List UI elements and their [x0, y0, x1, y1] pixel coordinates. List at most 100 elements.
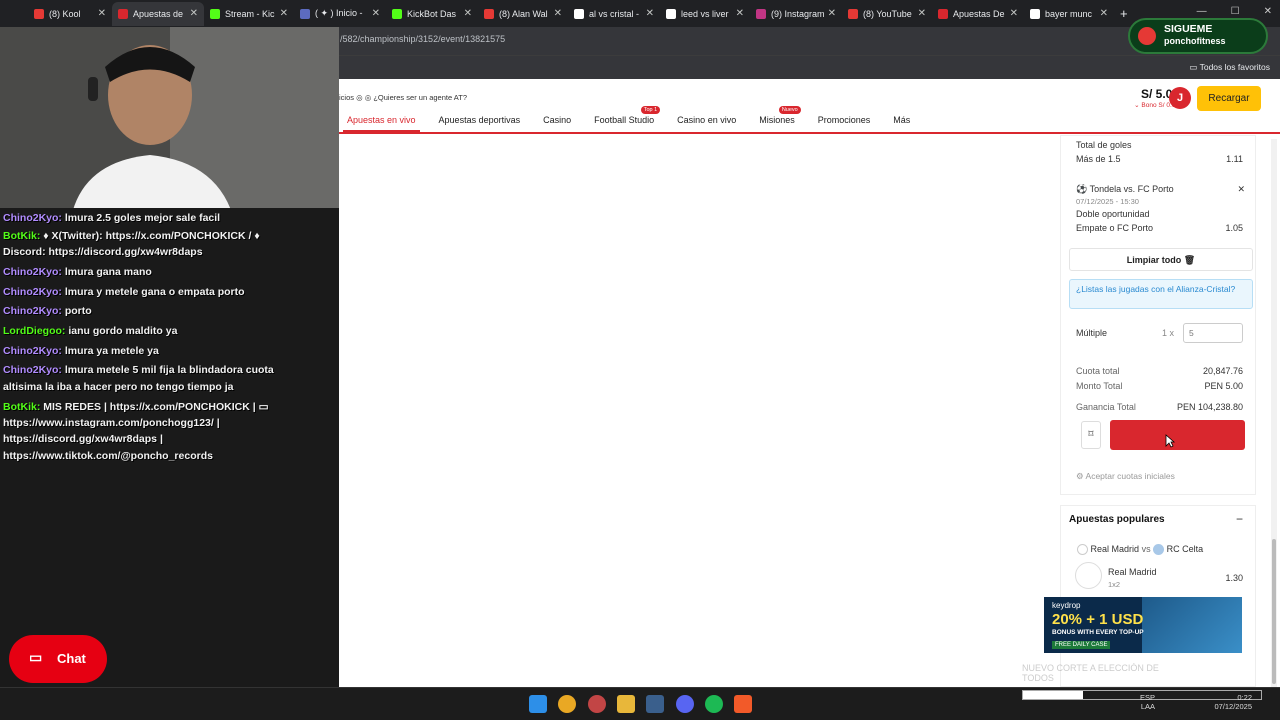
tab-close-icon[interactable]: ✕ — [1100, 8, 1108, 19]
close-window-icon[interactable]: ✕ — [1264, 6, 1272, 17]
all-bookmarks-button[interactable]: ▭ Todos los favoritos — [1189, 62, 1270, 73]
chat-text: https://www.tiktok.com/@poncho_records — [3, 450, 213, 462]
url-field[interactable]: /582/championship/3152/event/13821575 — [340, 34, 505, 44]
tab-close-icon[interactable]: ✕ — [280, 8, 288, 19]
tab-title: (8) Alan Wal — [499, 8, 548, 19]
tab-close-icon[interactable]: ✕ — [646, 8, 654, 19]
agent-banner[interactable]: icios ◎ ◎ ¿Quieres ser un agente AT? — [339, 93, 467, 102]
remove-bet-icon[interactable]: ✕ — [1237, 184, 1245, 195]
nav-item[interactable]: Apuestas deportivas — [435, 115, 525, 132]
place-bet-button[interactable] — [1110, 420, 1245, 450]
tab-title: Stream - Kic — [225, 8, 275, 19]
accept-odds-row[interactable]: ⚙ Aceptar cuotas iniciales — [1076, 471, 1175, 482]
nav-item[interactable]: Apuestas en vivo — [343, 115, 420, 132]
bookmarks-label: Todos los favoritos — [1199, 62, 1270, 72]
tab-title: bayer munc — [1045, 8, 1093, 19]
discord-icon[interactable] — [676, 695, 694, 713]
tab-close-icon[interactable]: ✕ — [98, 8, 106, 19]
browser-tab[interactable]: leed vs liver ✕ — [660, 2, 750, 26]
nav-badge: Top 1 — [640, 106, 661, 114]
tab-title: Apuestas De — [953, 8, 1005, 19]
tab-close-icon[interactable]: ✕ — [554, 8, 562, 19]
browser-tab[interactable]: Stream - Kic ✕ — [204, 2, 294, 26]
chat-username[interactable]: Chino2Kyo: — [3, 286, 62, 298]
stake-input[interactable]: 5 — [1183, 323, 1243, 343]
tab-close-icon[interactable]: ✕ — [1010, 8, 1018, 19]
total-odds-label: Cuota total — [1076, 366, 1120, 376]
promo-link[interactable]: ¿Listas las jugadas con el Alianza-Crist… — [1069, 279, 1253, 309]
chrome-icon[interactable] — [558, 695, 576, 713]
app-icon[interactable] — [588, 695, 606, 713]
brave-icon[interactable] — [734, 695, 752, 713]
browser-tab[interactable]: bayer munc ✕ — [1024, 2, 1114, 26]
tab-close-icon[interactable]: ✕ — [736, 8, 744, 19]
browser-tab[interactable]: (8) Alan Wal ✕ — [478, 2, 568, 26]
chat-username[interactable]: Chino2Kyo: — [3, 305, 62, 317]
browser-tab[interactable]: (9) Instagram ✕ — [750, 2, 842, 26]
chat-button[interactable]: ▭ Chat — [9, 635, 107, 683]
chat-username[interactable]: LordDiegoo: — [3, 325, 65, 337]
total-odds-value: 20,847.76 — [1202, 366, 1243, 376]
user-avatar[interactable]: J — [1169, 87, 1191, 109]
bet1-odd: 1.11 — [1226, 154, 1243, 164]
keydrop-sub: BONUS WITH EVERY TOP-UP — [1052, 629, 1144, 636]
tab-close-icon[interactable]: ✕ — [918, 8, 926, 19]
page-scrollbar[interactable] — [1271, 139, 1277, 687]
windows-start-icon[interactable] — [529, 695, 547, 713]
follow-overlay: SIGUEME ponchofitness — [1128, 18, 1268, 54]
chat-message: Discord: https://discord.gg/xw4wr8daps — [3, 246, 203, 258]
tab-favicon-icon — [210, 8, 220, 19]
browser-tab[interactable]: ( ✦ ) Inicio - ✕ — [294, 2, 386, 26]
chat-message: https://discord.gg/xw4wr8daps | — [3, 433, 163, 445]
nav-item[interactable]: Casino — [539, 115, 575, 132]
language-indicator[interactable]: ESP LAA — [1140, 693, 1155, 711]
tab-close-icon[interactable]: ✕ — [828, 8, 836, 19]
browser-tab[interactable]: (8) YouTube ✕ — [842, 2, 932, 26]
bookmark-icon[interactable]: ⌑ — [1081, 421, 1101, 449]
popular-odd[interactable]: 1.30 — [1225, 573, 1243, 583]
browser-tab[interactable]: Apuestas de ✕ — [112, 1, 204, 26]
away-team: RC Celta — [1166, 544, 1204, 554]
browser-tab[interactable]: al vs cristal - ✕ — [568, 2, 660, 26]
bet2-pick: Empate o FC Porto — [1076, 223, 1154, 233]
browser-tab[interactable]: Apuestas De ✕ — [932, 2, 1024, 26]
steam-icon[interactable] — [646, 695, 664, 713]
tab-favicon-icon — [574, 8, 584, 19]
chat-message: LordDiegoo: ianu gordo maldito ya — [3, 325, 177, 337]
file-explorer-icon[interactable] — [617, 695, 635, 713]
spotify-icon[interactable] — [705, 695, 723, 713]
chat-username[interactable]: Chino2Kyo: — [3, 212, 62, 224]
tab-close-icon[interactable]: ✕ — [190, 8, 198, 19]
tab-title: (9) Instagram — [771, 8, 824, 19]
recharge-button[interactable]: Recargar — [1197, 86, 1261, 111]
browser-tab[interactable]: KickBot Das ✕ — [386, 2, 478, 26]
chat-username[interactable]: BotKik: — [3, 230, 40, 242]
nav-item[interactable]: Misiones Nuevo — [755, 106, 801, 132]
clear-all-button[interactable]: Limpiar todo 🗑 — [1069, 248, 1253, 271]
total-stake-label: Monto Total — [1076, 381, 1123, 391]
maximize-icon[interactable]: ☐ — [1231, 6, 1240, 17]
popular-match[interactable]: Real Madrid vs RC Celta — [1077, 544, 1204, 556]
minimize-icon[interactable]: — — [1197, 6, 1207, 17]
chat-username[interactable]: Chino2Kyo: — [3, 266, 62, 278]
tab-favicon-icon — [34, 8, 44, 19]
nav-item[interactable]: Casino en vivo — [673, 115, 740, 132]
new-tab-button[interactable]: + — [1120, 6, 1128, 21]
scrollbar-thumb[interactable] — [1272, 539, 1276, 684]
chat-username[interactable]: BotKik: — [3, 401, 40, 413]
nav-item[interactable]: Más — [889, 115, 914, 132]
nav-item[interactable]: Promociones — [814, 115, 875, 132]
browser-tab[interactable]: (8) Kool ✕ — [28, 2, 112, 26]
nav-item[interactable]: Football Studio Top 1 — [590, 106, 661, 132]
tab-close-icon[interactable]: ✕ — [372, 8, 380, 19]
nav-label: Promociones — [817, 115, 871, 125]
tab-close-icon[interactable]: ✕ — [464, 8, 472, 19]
chat-username[interactable]: Chino2Kyo: — [3, 364, 62, 376]
lang-layout: LAA — [1140, 702, 1156, 711]
collapse-icon[interactable]: − — [1236, 512, 1243, 526]
clock[interactable]: 0:22 07/12/2025 — [1200, 693, 1252, 711]
nav-label: Misiones — [759, 115, 795, 125]
chat-message: altisima la iba a hacer pero no tengo ti… — [3, 381, 233, 393]
popular-market: 1x2 — [1108, 580, 1121, 589]
chat-username[interactable]: Chino2Kyo: — [3, 345, 62, 357]
